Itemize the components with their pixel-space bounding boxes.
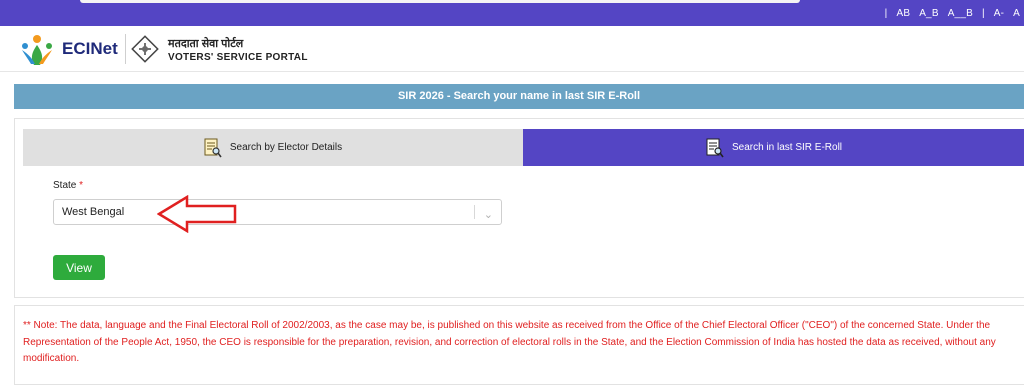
voters-portal-emblem-icon: [131, 35, 159, 63]
divider: |: [884, 8, 888, 19]
tab-search-in-last-sir-eroll[interactable]: Search in last SIR E-Roll: [523, 129, 1024, 166]
font-normal-link[interactable]: AB: [896, 8, 910, 19]
view-button[interactable]: View: [53, 255, 105, 280]
site-header: ECINet मतदाता सेवा पोर्टल VOTERS' SERVIC…: [0, 26, 1024, 72]
font-size-controls: | AB A_B A__B | A- A: [879, 8, 1020, 19]
document-search-icon: [706, 138, 724, 157]
horizontal-scrollbar[interactable]: [80, 0, 800, 3]
portal-title-english: VOTERS' SERVICE PORTAL: [168, 52, 308, 63]
font-large-link[interactable]: A__B: [948, 8, 973, 19]
portal-title-hindi: मतदाता सेवा पोर्टल: [168, 38, 244, 50]
state-field-label: State *: [53, 180, 83, 191]
top-bar: | AB A_B A__B | A- A: [0, 0, 1024, 26]
increase-font-link[interactable]: A: [1013, 8, 1020, 19]
search-panel: Search by Elector Details Search in last…: [14, 118, 1024, 298]
ecinet-logo-icon[interactable]: [18, 34, 56, 66]
ecinet-logo-text[interactable]: ECINet: [62, 39, 118, 59]
required-mark: *: [79, 180, 84, 191]
font-medium-link[interactable]: A_B: [919, 8, 939, 19]
document-search-icon: [204, 138, 222, 157]
state-selected-value: West Bengal: [62, 206, 125, 218]
select-separator: [474, 205, 475, 219]
page-title-banner: SIR 2026 - Search your name in last SIR …: [14, 84, 1024, 109]
tab-label: Search in last SIR E-Roll: [731, 142, 843, 153]
chevron-down-icon[interactable]: ⌄: [484, 203, 493, 227]
divider: |: [981, 8, 985, 19]
disclaimer-note: ** Note: The data, language and the Fina…: [14, 305, 1024, 385]
red-arrow-icon: [157, 195, 237, 233]
tab-label: Search by Elector Details: [229, 142, 343, 153]
state-select[interactable]: West Bengal ⌄: [53, 199, 502, 225]
state-label-text: State: [53, 180, 77, 191]
tab-search-by-elector-details[interactable]: Search by Elector Details: [23, 129, 523, 166]
header-divider: [125, 34, 126, 64]
decrease-font-link[interactable]: A-: [994, 8, 1004, 19]
